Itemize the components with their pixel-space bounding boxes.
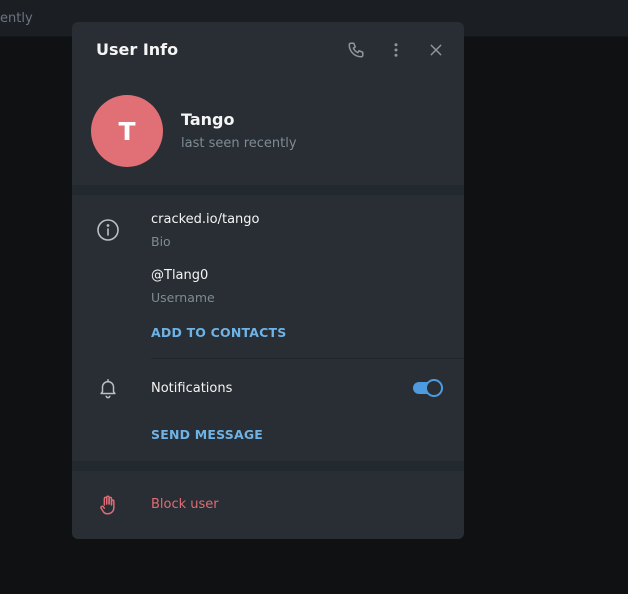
bio-label: Bio — [151, 234, 171, 249]
close-button[interactable] — [422, 36, 450, 64]
send-message-button[interactable]: SEND MESSAGE — [151, 427, 263, 442]
last-seen-status: last seen recently — [181, 136, 297, 151]
username-value[interactable]: @Tlang0 — [151, 268, 208, 283]
block-user-button[interactable]: Block user — [151, 497, 219, 512]
add-to-contacts-button[interactable]: ADD TO CONTACTS — [151, 325, 286, 340]
background-status-text: ently — [0, 11, 33, 26]
more-options-button[interactable] — [382, 36, 410, 64]
user-info-dialog: User Info T Tango last seen recently cra… — [72, 22, 464, 539]
notifications-label: Notifications — [151, 381, 233, 396]
hand-stop-icon — [96, 493, 120, 517]
bio-value[interactable]: cracked.io/tango — [151, 212, 260, 227]
username-label: Username — [151, 290, 215, 305]
bell-icon — [96, 376, 120, 400]
user-name: Tango — [181, 110, 235, 129]
call-button[interactable] — [342, 36, 370, 64]
close-icon — [428, 42, 444, 58]
toggle-knob — [425, 379, 443, 397]
info-icon — [96, 218, 120, 242]
section-divider — [72, 185, 464, 195]
row-separator — [151, 358, 464, 359]
phone-icon — [347, 41, 365, 59]
dialog-title: User Info — [96, 40, 179, 59]
avatar[interactable]: T — [91, 95, 163, 167]
section-divider — [72, 461, 464, 471]
more-vertical-icon — [387, 41, 405, 59]
notifications-toggle[interactable] — [413, 379, 443, 397]
